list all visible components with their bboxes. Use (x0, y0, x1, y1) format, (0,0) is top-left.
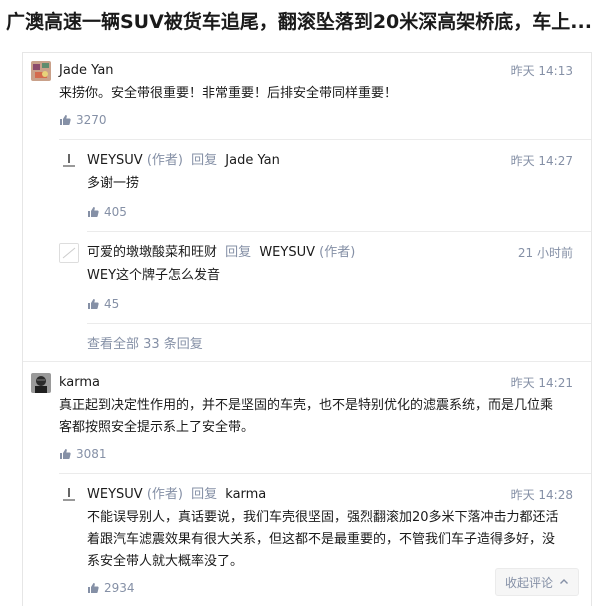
like-count: 2934 (104, 581, 135, 595)
reply-content: 多谢一捞 (87, 176, 140, 191)
view-all-replies-link[interactable]: 查看全部 33 条回复 (87, 333, 203, 352)
thumbs-up-icon (88, 583, 99, 593)
avatar[interactable] (59, 243, 79, 263)
thumbs-up-icon (60, 449, 71, 459)
reply-content: 不能误导别人，真话要说，我们车壳很坚固，强烈翻滚加20多米下落冲击力都还活 着跟… (87, 507, 581, 573)
reply-time: 昨天 14:28 (510, 488, 573, 502)
thumbs-up-icon (88, 207, 99, 217)
divider (59, 473, 591, 474)
reply-word: 回复 (225, 245, 252, 260)
reply-author[interactable]: 可爱的墩墩酸菜和旺财 (87, 245, 217, 260)
like-count: 3081 (76, 447, 107, 461)
reply-time: 昨天 14:27 (510, 154, 573, 168)
comment-content: 来捞你。安全带很重要！非常重要！后排安全带同样重要！ (59, 86, 398, 101)
like-button[interactable]: 3081 (59, 445, 107, 463)
comment-time: 昨天 14:13 (510, 64, 573, 78)
reply-author[interactable]: WEYSUV (87, 487, 143, 502)
avatar[interactable] (31, 61, 51, 81)
divider (87, 231, 591, 232)
like-button[interactable]: 405 (87, 203, 127, 221)
like-button[interactable]: 45 (87, 295, 119, 313)
reply-time: 21 小时前 (517, 246, 573, 260)
like-button[interactable]: 2934 (87, 579, 135, 597)
reply-word: 回复 (191, 487, 218, 502)
comment-time: 昨天 14:21 (510, 376, 573, 390)
author-tag: (作者) (146, 153, 183, 168)
like-button[interactable]: 3270 (59, 111, 107, 129)
comment-panel: Jade Yan 昨天 14:13 来捞你。安全带很重要！非常重要！后排安全带同… (22, 52, 592, 606)
content-line: 客都按照安全提示系上了安全带。 (59, 420, 255, 435)
chevron-up-icon (560, 579, 568, 584)
like-count: 405 (104, 205, 127, 219)
article-title[interactable]: 广澳高速一辆SUV被货车追尾，翻滚坠落到20米深高架桥底，车上... (6, 6, 596, 38)
reply-word: 回复 (191, 153, 218, 168)
divider (87, 323, 591, 324)
comment-content: 真正起到决定性作用的，并不是坚固的车壳，也不是特别优化的滤震系统，而是几位乘 客… (59, 395, 579, 439)
reply-author[interactable]: WEYSUV (87, 153, 143, 168)
content-line: 不能误导别人，真话要说，我们车壳很坚固，强烈翻滚加20多米下落冲击力都还活 (87, 510, 559, 525)
avatar[interactable] (59, 485, 79, 505)
reply-to-author[interactable]: karma (225, 487, 266, 502)
author-tag: (作者) (319, 245, 356, 260)
thumbs-up-icon (60, 115, 71, 125)
avatar[interactable] (31, 373, 51, 393)
author-tag: (作者) (146, 487, 183, 502)
like-count: 3270 (76, 113, 107, 127)
reply-content: WEY这个牌子怎么发音 (87, 268, 221, 283)
divider (59, 139, 591, 140)
reply-to-author[interactable]: WEYSUV (259, 245, 315, 260)
collapse-comments-button[interactable]: 收起评论 (495, 568, 579, 596)
like-count: 45 (104, 297, 120, 311)
content-line: 着跟汽车滤震效果有很大关系，但这都不是最重要的，不管我们车子造得多好，没 (87, 532, 556, 547)
comment-author[interactable]: karma (59, 375, 100, 390)
collapse-label: 收起评论 (504, 575, 553, 590)
content-line: 真正起到决定性作用的，并不是坚固的车壳，也不是特别优化的滤震系统，而是几位乘 (59, 398, 554, 413)
avatar[interactable] (59, 151, 79, 171)
reply-to-author[interactable]: Jade Yan (225, 153, 280, 168)
thumbs-up-icon (88, 299, 99, 309)
divider (23, 361, 591, 362)
comment-author[interactable]: Jade Yan (59, 63, 114, 78)
